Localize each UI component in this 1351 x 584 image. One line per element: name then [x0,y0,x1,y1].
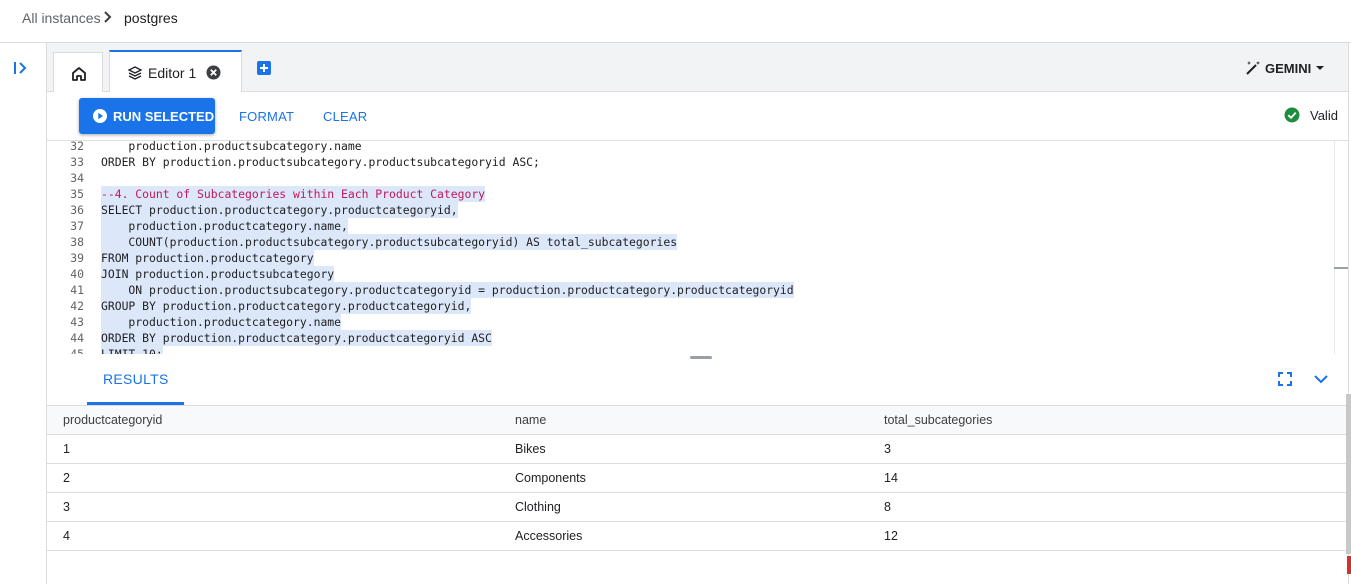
table-cell: Components [515,471,586,485]
chevron-down-icon[interactable] [1313,373,1329,385]
table-cell: 8 [884,500,891,514]
play-circle-icon [93,109,107,123]
tab-editor-label: Editor 1 [148,65,197,81]
gemini-button[interactable]: GEMINI [1245,59,1325,77]
run-selected-label: RUN SELECTED [113,108,215,124]
format-button[interactable]: FORMAT [239,109,294,124]
tab-home[interactable] [53,52,103,92]
editor-scrollbar-thumb[interactable] [1334,267,1348,269]
table-cell: Accessories [515,529,583,543]
table-row[interactable]: 2 Components 14 [47,464,1346,493]
editor-toolbar: RUN SELECTED FORMAT CLEAR Valid [47,92,1348,141]
code-line: 45 LIMIT 10; [47,346,1334,354]
breadcrumb-all-instances-link[interactable]: All instances [22,10,101,26]
code-line: 35 --4. Count of Subcategories within Eac… [70,186,486,202]
table-cell: Clothing [515,500,561,514]
table-cell: 12 [884,529,898,543]
column-header[interactable]: total_subcategories [884,413,992,427]
add-box-icon[interactable] [257,61,271,75]
expand-panel-icon[interactable] [11,59,31,77]
table-row[interactable]: 3 Clothing 8 [47,493,1346,522]
code-line: 34 [70,171,84,185]
code-line: 36 SELECT production.productcategory.prod… [70,202,458,218]
code-line: 39 FROM production.productcategory [70,250,314,266]
breadcrumb-current: postgres [124,10,178,26]
code-line: 41 ON production.productsubcategory.prod… [70,282,794,298]
column-header[interactable]: name [515,413,546,427]
code-line: 38 COUNT(production.productsubcategory.p… [70,234,678,250]
table-cell: 4 [63,529,70,543]
caret-down-icon [1316,66,1325,70]
table-cell: 3 [63,500,70,514]
table-cell: 14 [884,471,898,485]
code-line: 32 production.productsubcategory.name [70,141,362,153]
tab-results[interactable]: RESULTS [103,371,169,387]
table-header-row: productcategoryid name total_subcategori… [47,406,1346,435]
validation-status: Valid [1310,108,1338,123]
fullscreen-icon[interactable] [1277,371,1293,387]
code-line: 33 ORDER BY production.productsubcategory… [70,155,540,169]
clear-button[interactable]: CLEAR [323,109,367,124]
breadcrumb: All instances postgres [0,0,1351,43]
table-cell: Bikes [515,442,546,456]
table-row[interactable]: 4 Accessories 12 [47,522,1346,551]
chevron-right-icon [104,11,112,23]
code-line: 40 JOIN production.productsubcategory [70,266,335,282]
table-cell: 1 [63,442,70,456]
code-line: 37 production.productcategory.name, [70,218,348,234]
splitter-handle[interactable] [690,356,712,359]
code-line: 44 ORDER BY production.productcategory.pr… [70,330,492,346]
table-row[interactable]: 1 Bikes 3 [47,435,1346,464]
left-rail [0,43,47,584]
tab-editor-1[interactable]: Editor 1 [109,50,242,92]
column-header[interactable]: productcategoryid [63,413,162,427]
editor-scrollbar[interactable] [1334,141,1348,354]
check-circle-icon [1284,107,1300,123]
home-icon [72,67,86,81]
close-circle-icon[interactable] [206,65,221,80]
sql-editor[interactable]: 32 production.productsubcategory.name 33… [47,141,1334,354]
run-selected-button[interactable]: RUN SELECTED [79,98,215,134]
page-scrollbar[interactable] [1346,394,1351,554]
table-cell: 2 [63,471,70,485]
code-line: 43 production.productcategory.name [70,314,342,330]
tab-bar: Editor 1 GEMINI [47,43,1348,92]
gemini-label: GEMINI [1265,60,1312,76]
code-line: 42 GROUP BY production.productcategory.pr… [70,298,472,314]
edge-marker [1347,556,1351,574]
table-cell: 3 [884,442,891,456]
magic-pen-icon [1246,61,1260,75]
stack-icon [128,66,142,80]
